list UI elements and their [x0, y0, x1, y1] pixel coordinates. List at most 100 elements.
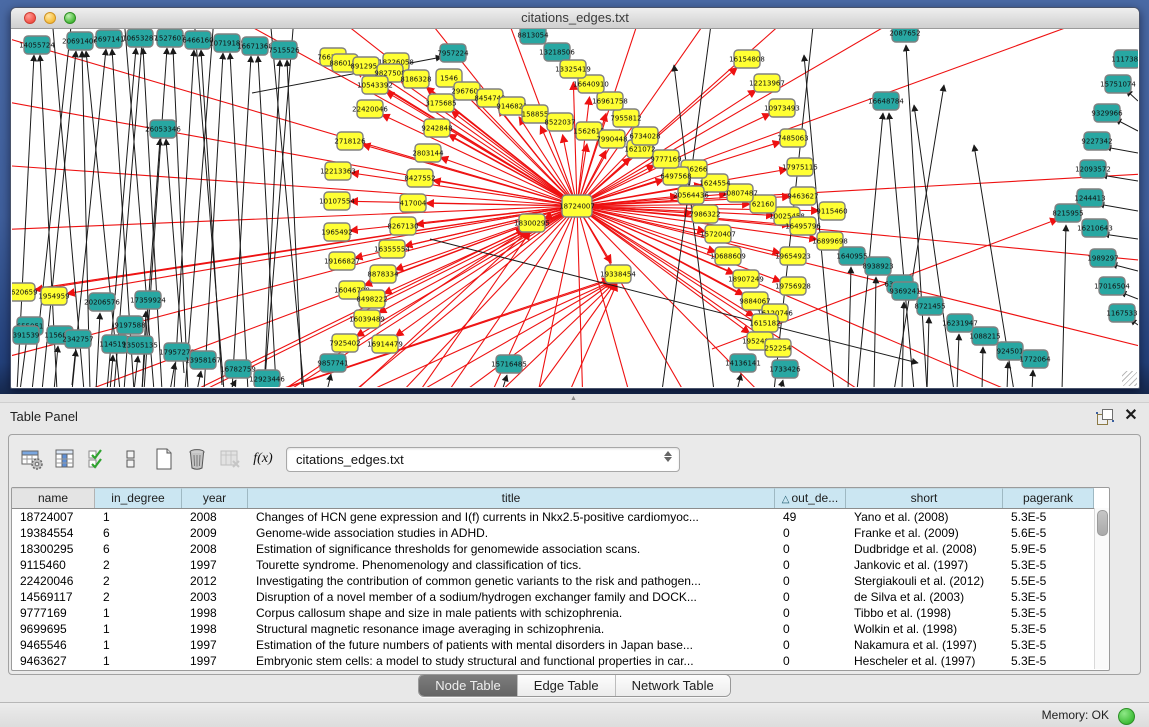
table-cell[interactable]: 1 [95, 621, 182, 637]
tab-network-table[interactable]: Network Table [615, 675, 730, 696]
table-cell[interactable]: 5.3E-5 [1003, 621, 1094, 637]
table-row[interactable]: 2242004622012Investigating the contribut… [12, 573, 1109, 589]
table-cell[interactable]: 1 [95, 637, 182, 653]
table-row[interactable]: 977716911998Corpus callosum shape and si… [12, 605, 1109, 621]
table-cell[interactable]: 2 [95, 589, 182, 605]
window-resize-grip[interactable] [1122, 371, 1137, 386]
table-cell[interactable]: 5.9E-5 [1003, 541, 1094, 557]
table-cell[interactable]: 1998 [182, 605, 248, 621]
network-canvas[interactable]: 1405572420691406269714110653287152760764… [12, 29, 1138, 387]
table-cell[interactable]: Tibbo et al. (1998) [846, 605, 1003, 621]
table-cell[interactable]: Estimation of the future numbers of pati… [248, 637, 775, 653]
table-row[interactable]: 946554611997Estimation of the future num… [12, 637, 1109, 653]
table-cell[interactable]: 5.3E-5 [1003, 605, 1094, 621]
table-cell[interactable]: 1 [95, 653, 182, 669]
table-row[interactable]: 1456911722003Disruption of a novel membe… [12, 589, 1109, 605]
table-cell[interactable]: Changes of HCN gene expression and I(f) … [248, 509, 775, 525]
table-cell[interactable]: 9777169 [12, 605, 95, 621]
table-cell[interactable]: 2012 [182, 573, 248, 589]
table-row[interactable]: 1872400712008Changes of HCN gene express… [12, 509, 1109, 525]
table-cell[interactable]: Hescheler et al. (1997) [846, 653, 1003, 669]
table-cell[interactable]: Investigating the contribution of common… [248, 573, 775, 589]
table-cell[interactable]: Jankovic et al. (1997) [846, 557, 1003, 573]
column-header-out_de[interactable]: △out_de... [775, 488, 846, 508]
table-cell[interactable]: Corpus callosum shape and size in male p… [248, 605, 775, 621]
table-cell[interactable]: 2008 [182, 509, 248, 525]
column-header-name[interactable]: name [12, 488, 95, 508]
table-cell[interactable]: 5.5E-5 [1003, 573, 1094, 589]
tab-edge-table[interactable]: Edge Table [517, 675, 615, 696]
vertical-scrollbar[interactable] [1094, 508, 1109, 669]
table-column-icon[interactable] [52, 446, 78, 472]
column-header-title[interactable]: title [248, 488, 775, 508]
table-cell[interactable]: 19384554 [12, 525, 95, 541]
table-cell[interactable]: 6 [95, 541, 182, 557]
checklist-icon[interactable] [85, 446, 111, 472]
table-cell[interactable]: 0 [775, 589, 846, 605]
table-cell[interactable]: 14569117 [12, 589, 95, 605]
table-cell[interactable]: 1 [95, 605, 182, 621]
tab-node-table[interactable]: Node Table [419, 675, 517, 696]
table-cell[interactable]: Stergiakouli et al. (2012) [846, 573, 1003, 589]
table-cell[interactable]: 1997 [182, 637, 248, 653]
table-cell[interactable]: de Silva et al. (2003) [846, 589, 1003, 605]
table-row[interactable]: 1830029562008Estimation of significance … [12, 541, 1109, 557]
panel-splitter[interactable]: ▲ [0, 394, 1149, 403]
table-row[interactable]: 1938455462009Genome-wide association stu… [12, 525, 1109, 541]
table-row[interactable]: 911546021997Tourette syndrome. Phenomeno… [12, 557, 1109, 573]
column-header-short[interactable]: short [846, 488, 1003, 508]
rows-icon[interactable] [118, 446, 144, 472]
table-cell[interactable]: 1997 [182, 653, 248, 669]
table-cell[interactable]: 18300295 [12, 541, 95, 557]
table-row[interactable]: 969969511998Structural magnetic resonanc… [12, 621, 1109, 637]
table-cell[interactable]: 9115460 [12, 557, 95, 573]
splitter-handle-icon[interactable]: ▲ [570, 395, 577, 402]
table-cell[interactable]: 0 [775, 525, 846, 541]
float-panel-icon[interactable] [1097, 409, 1113, 425]
table-cell[interactable]: 2009 [182, 525, 248, 541]
column-header-year[interactable]: year [182, 488, 248, 508]
scrollbar-thumb[interactable] [1097, 510, 1108, 536]
function-builder-icon[interactable]: f(x) [250, 446, 276, 472]
table-cell[interactable]: 5.3E-5 [1003, 589, 1094, 605]
table-cell[interactable]: 9463627 [12, 653, 95, 669]
table-cell[interactable]: 5.6E-5 [1003, 525, 1094, 541]
table-cell[interactable]: 6 [95, 525, 182, 541]
table-cell[interactable]: Genome-wide association studies in ADHD. [248, 525, 775, 541]
table-settings-icon[interactable] [19, 446, 45, 472]
table-cell[interactable]: Dudbridge et al. (2008) [846, 541, 1003, 557]
table-cell[interactable]: 5.3E-5 [1003, 637, 1094, 653]
close-panel-icon[interactable]: ✕ [1123, 408, 1139, 424]
table-cell[interactable]: 2 [95, 573, 182, 589]
table-cell[interactable]: 1998 [182, 621, 248, 637]
table-cell[interactable]: 9465546 [12, 637, 95, 653]
table-cell[interactable]: 0 [775, 541, 846, 557]
table-cell[interactable]: Disruption of a novel member of a sodium… [248, 589, 775, 605]
table-cell[interactable]: 0 [775, 573, 846, 589]
table-cell[interactable]: Tourette syndrome. Phenomenology and cla… [248, 557, 775, 573]
table-cell[interactable]: 5.3E-5 [1003, 557, 1094, 573]
table-cell[interactable]: 18724007 [12, 509, 95, 525]
table-row[interactable]: 946362711997Embryonic stem cells: a mode… [12, 653, 1109, 669]
table-cell[interactable]: 22420046 [12, 573, 95, 589]
table-cell[interactable]: Nakamura et al. (1997) [846, 637, 1003, 653]
table-cell[interactable]: Wolkin et al. (1998) [846, 621, 1003, 637]
table-cell[interactable]: 1997 [182, 557, 248, 573]
table-cell[interactable]: 1 [95, 509, 182, 525]
new-file-icon[interactable] [151, 446, 177, 472]
table-cell[interactable]: 5.3E-5 [1003, 509, 1094, 525]
table-cell[interactable]: 0 [775, 605, 846, 621]
table-cell[interactable]: Structural magnetic resonance image aver… [248, 621, 775, 637]
table-cell[interactable]: 0 [775, 557, 846, 573]
column-header-in_degree[interactable]: in_degree [95, 488, 182, 508]
trash-icon[interactable] [184, 446, 210, 472]
table-cell[interactable]: Embryonic stem cells: a model to study s… [248, 653, 775, 669]
table-cell[interactable]: 0 [775, 653, 846, 669]
table-cell[interactable]: 2 [95, 557, 182, 573]
table-cell[interactable]: 0 [775, 621, 846, 637]
table-cell[interactable]: Estimation of significance thresholds fo… [248, 541, 775, 557]
table-cell[interactable]: 5.3E-5 [1003, 653, 1094, 669]
table-cell[interactable]: 2008 [182, 541, 248, 557]
table-cell[interactable]: 49 [775, 509, 846, 525]
column-header-pagerank[interactable]: pagerank [1003, 488, 1094, 508]
